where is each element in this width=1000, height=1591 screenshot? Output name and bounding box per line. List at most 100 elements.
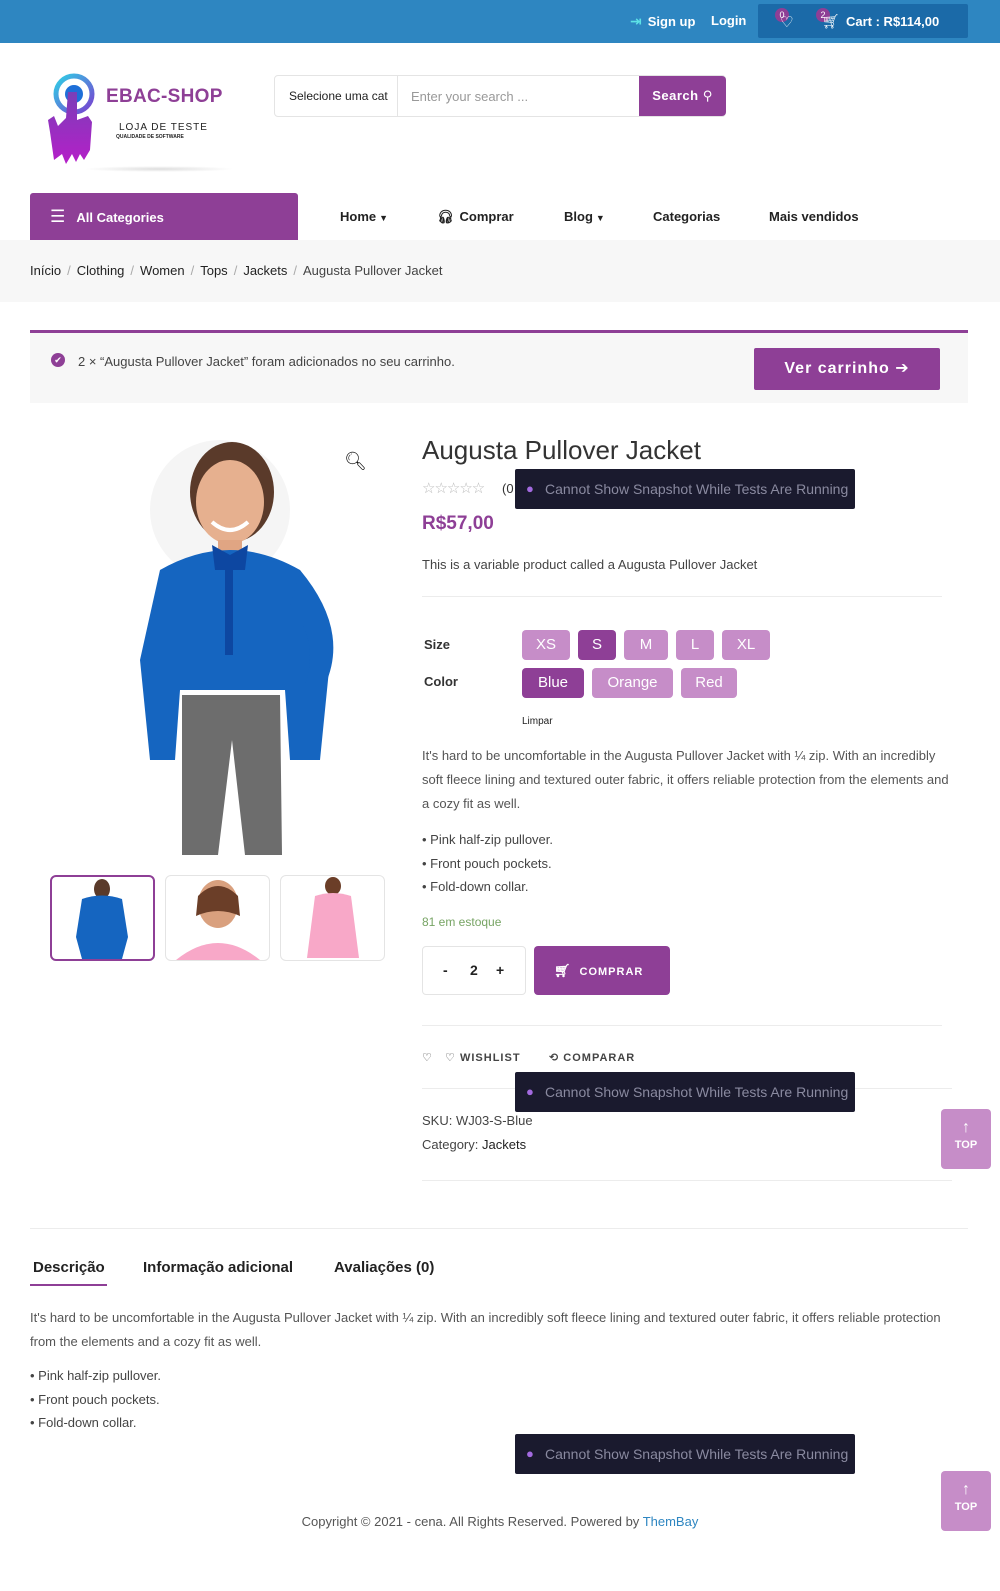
size-label: Size xyxy=(424,637,451,652)
breadcrumb-band: Início / Clothing / Women / Tops / Jackets / … xyxy=(0,240,1000,302)
quantity-increase-button[interactable]: + xyxy=(496,962,504,978)
breadcrumb-women[interactable]: Women xyxy=(140,263,185,278)
breadcrumb-separator: / xyxy=(130,263,135,278)
divider xyxy=(422,596,942,597)
add-to-cart-label: COMPRAR xyxy=(579,966,644,978)
snapshot-message: Cannot Show Snapshot While Tests Are Run… xyxy=(545,1084,849,1100)
heart-icon[interactable]: ♡ xyxy=(780,13,793,31)
breadcrumb-tops[interactable]: Tops xyxy=(200,263,227,278)
snapshot-message: Cannot Show Snapshot While Tests Are Run… xyxy=(545,481,849,497)
top-label: TOP xyxy=(954,1501,978,1513)
top-label: TOP xyxy=(954,1139,978,1151)
quantity-stepper: - 2 + xyxy=(422,946,526,995)
login-link[interactable]: Login xyxy=(711,13,746,28)
nav-mais-vendidos[interactable]: Mais vendidos xyxy=(769,193,859,240)
color-swatch-red[interactable]: Red xyxy=(681,668,737,698)
sku-value: WJ03-S-Blue xyxy=(455,1113,533,1128)
signup-label: Sign up xyxy=(647,14,696,29)
cart-total-label[interactable]: Cart : R$114,00 xyxy=(846,14,939,29)
breadcrumb-separator: / xyxy=(233,263,238,278)
zoom-icon[interactable]: 🔍︎ xyxy=(344,451,367,472)
clear-variations-link[interactable]: Limpar xyxy=(522,716,553,727)
breadcrumb-clothing[interactable]: Clothing xyxy=(77,263,125,278)
breadcrumb-inicio[interactable]: Início xyxy=(30,263,61,278)
cart-icon[interactable]: 🛒︎ xyxy=(822,13,840,30)
quantity-decrease-button[interactable]: - xyxy=(443,962,448,978)
cart-box[interactable]: 0 ♡ 2 🛒︎ Cart : R$114,00 xyxy=(758,4,968,38)
nav-home[interactable]: Home ▼ xyxy=(340,193,388,240)
logo-tagline: LOJA DE TESTE xyxy=(119,122,208,133)
heart-icon: ♡ xyxy=(445,1052,456,1064)
snapshot-overlay: ● Cannot Show Snapshot While Tests Are Ru… xyxy=(515,469,855,509)
compare-link[interactable]: ⟲ COMPARAR xyxy=(549,1051,635,1064)
snapshot-overlay: ● Cannot Show Snapshot While Tests Are Ru… xyxy=(515,1434,855,1474)
tab-description-text: It's hard to be uncomfortable in the Aug… xyxy=(30,1310,941,1349)
scroll-to-top-button[interactable]: ↑ TOP xyxy=(941,1109,991,1169)
logo-hand-icon xyxy=(48,73,95,164)
category-link[interactable]: Jackets xyxy=(482,1137,526,1152)
stock-status: 81 em estoque xyxy=(422,915,502,929)
top-bar: ⇥ Sign up Login 0 ♡ 2 🛒︎ Cart : R$114,00 xyxy=(0,0,1000,43)
rating-stars-icon: ☆☆☆☆☆ xyxy=(422,480,485,497)
size-swatch-xs[interactable]: XS xyxy=(522,630,570,660)
cart-icon: 🛒︎ xyxy=(554,963,572,978)
review-count[interactable]: (0 xyxy=(502,481,514,496)
breadcrumb-current: Augusta Pullover Jacket xyxy=(303,263,443,278)
size-swatch-m[interactable]: M xyxy=(624,630,668,660)
color-swatch-orange[interactable]: Orange xyxy=(592,668,673,698)
footer-copyright: Copyright © 2021 - cena. All Rights Rese… xyxy=(0,1514,1000,1529)
snapshot-message: Cannot Show Snapshot While Tests Are Run… xyxy=(545,1446,849,1462)
logo-shadow xyxy=(84,166,234,172)
footer-powered-by-link[interactable]: ThemBay xyxy=(643,1514,699,1529)
size-swatch-s[interactable]: S xyxy=(578,630,616,660)
wishlist-link[interactable]: ♡ ♡ WISHLIST xyxy=(422,1051,521,1064)
logo-subtagline: QUALIDADE DE SOFTWARE xyxy=(116,134,184,140)
product-sku: SKU: WJ03-S-Blue xyxy=(422,1113,533,1128)
size-swatch-xl[interactable]: XL xyxy=(722,630,770,660)
product-main-image[interactable] xyxy=(120,430,390,855)
nav-blog[interactable]: Blog ▼ xyxy=(564,193,605,240)
quantity-value[interactable]: 2 xyxy=(470,962,478,978)
arrow-up-icon: ↑ xyxy=(962,1481,970,1498)
product-thumbnail-pink-back[interactable] xyxy=(280,875,385,961)
feature-bullet: • Front pouch pockets. xyxy=(422,856,552,871)
color-swatch-blue[interactable]: Blue xyxy=(522,668,584,698)
signup-link[interactable]: ⇥ Sign up xyxy=(630,13,695,30)
nav-comprar[interactable]: 🎧︎ Comprar xyxy=(437,193,514,240)
tab-avaliacoes[interactable]: Avaliações (0) xyxy=(334,1259,434,1276)
view-cart-button[interactable]: Ver carrinho ➔ xyxy=(754,348,940,390)
size-swatch-l[interactable]: L xyxy=(676,630,714,660)
product-long-description: It's hard to be uncomfortable in the Aug… xyxy=(422,748,949,811)
search-bar: Selecione uma cat Search ⚲ xyxy=(274,75,726,117)
search-button[interactable]: Search ⚲ xyxy=(639,76,726,116)
all-categories-label: All Categories xyxy=(76,210,164,225)
feature-bullet: • Fold-down collar. xyxy=(422,879,529,894)
tab-feature-bullet: • Front pouch pockets. xyxy=(30,1392,160,1407)
category-select[interactable]: Selecione uma cat xyxy=(275,76,398,116)
breadcrumb-jackets[interactable]: Jackets xyxy=(243,263,287,278)
search-button-label: Search xyxy=(652,88,699,103)
all-categories-button[interactable]: ☰ All Categories xyxy=(30,193,298,240)
site-logo[interactable]: EBAC-SHOP LOJA DE TESTE QUALIDADE DE SOF… xyxy=(44,70,234,175)
product-thumbnail-pink-closeup[interactable] xyxy=(165,875,270,961)
tab-descricao[interactable]: Descrição xyxy=(33,1259,105,1276)
tab-informacao-adicional[interactable]: Informação adicional xyxy=(143,1259,293,1276)
nav-blog-label: Blog xyxy=(564,209,593,224)
feature-bullet: • Pink half-zip pullover. xyxy=(422,832,554,847)
caret-down-icon: ▼ xyxy=(379,213,389,223)
caret-down-icon: ▼ xyxy=(595,213,605,223)
divider xyxy=(422,1025,942,1026)
headset-icon: 🎧︎ xyxy=(437,209,454,224)
product-thumbnail-blue[interactable] xyxy=(50,875,155,961)
nav-categorias[interactable]: Categorias xyxy=(653,193,720,240)
breadcrumb-separator: / xyxy=(293,263,298,278)
product-price: R$57,00 xyxy=(422,513,494,534)
search-input[interactable] xyxy=(399,76,639,116)
heart-icon: ♡ xyxy=(422,1052,433,1064)
add-to-cart-button[interactable]: 🛒︎ COMPRAR xyxy=(534,946,670,995)
cart-notice: ✔ 2 × “Augusta Pullover Jacket” foram ad… xyxy=(30,330,968,403)
nav-comprar-label: Comprar xyxy=(459,209,514,224)
active-tab-indicator xyxy=(30,1284,107,1286)
location-pin-icon: ● xyxy=(526,1446,534,1461)
logo-brand: EBAC-SHOP xyxy=(106,86,223,107)
